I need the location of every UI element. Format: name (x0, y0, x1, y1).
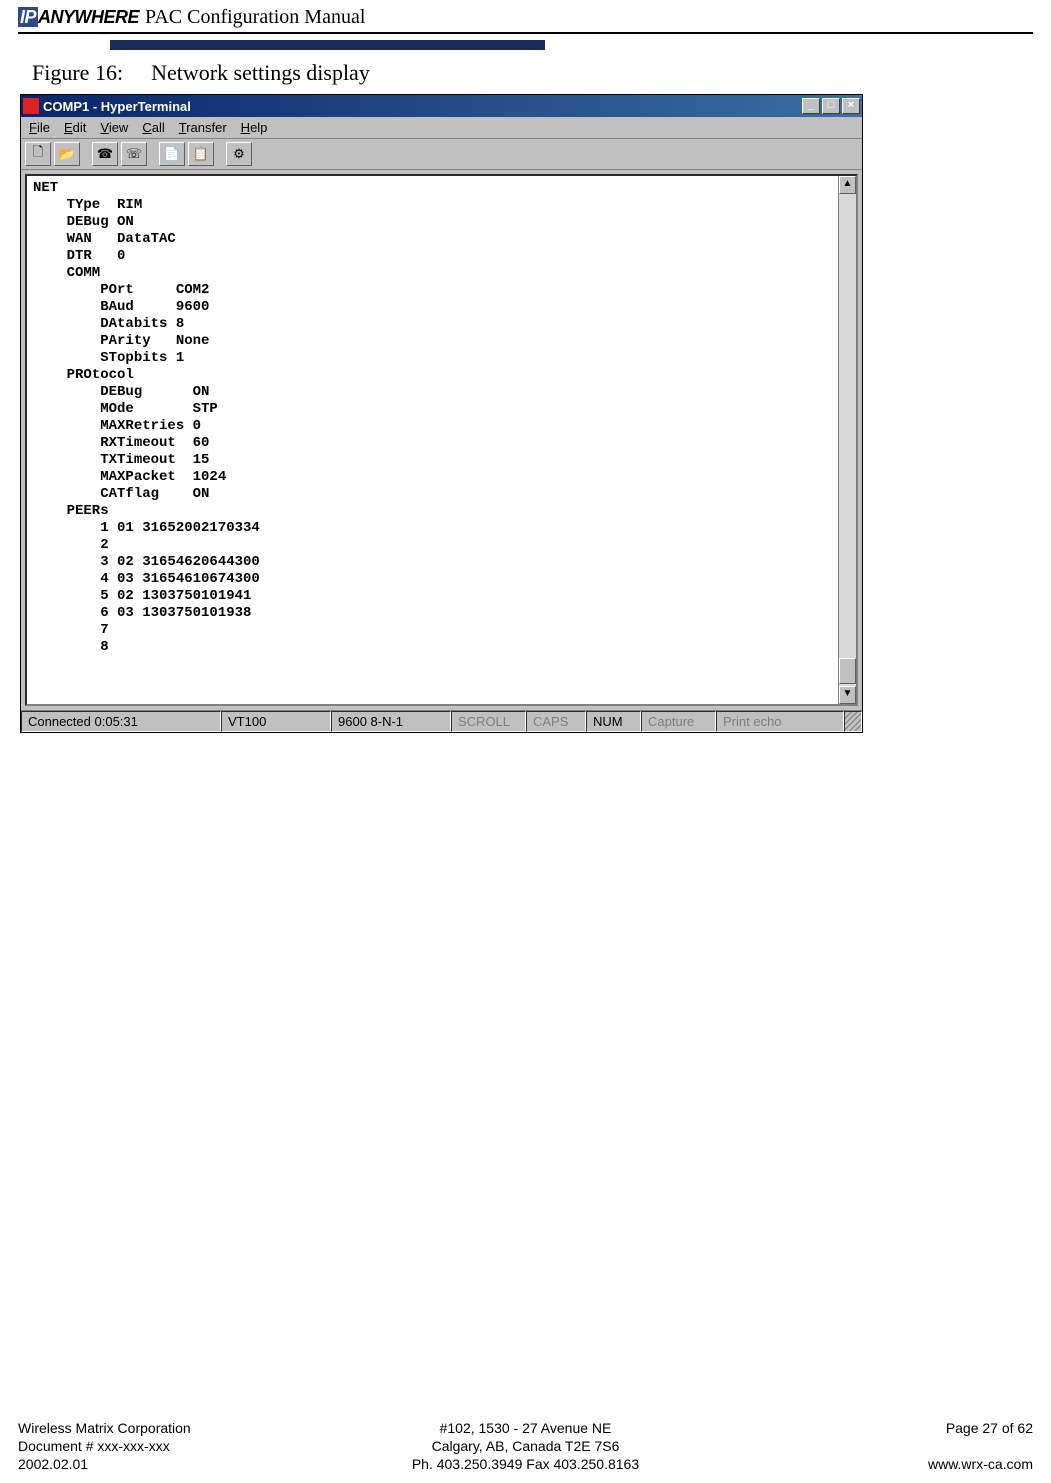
footer-document: Document # xxx-xxx-xxx (18, 1437, 356, 1455)
toolbar: 🗋 📂 ☎ ☏ 📄 📋 ⚙ (21, 139, 862, 170)
footer-phone: Ph. 403.250.3949 Fax 403.250.8163 (356, 1455, 694, 1473)
minimize-button[interactable]: _ (802, 98, 820, 114)
close-button[interactable]: × (842, 98, 860, 114)
accent-bar (110, 40, 545, 50)
maximize-button[interactable]: □ (822, 98, 840, 114)
menu-help[interactable]: Help (241, 120, 268, 135)
new-icon[interactable]: 🗋 (25, 142, 51, 166)
status-scroll: SCROLL (451, 711, 526, 732)
footer-page: Page 27 of 62 (695, 1419, 1033, 1437)
titlebar[interactable]: COMP1 - HyperTerminal _ □ × (21, 95, 862, 117)
terminal-output[interactable]: NET TYpe RIM DEBug ON WAN DataTAC DTR 0 … (27, 176, 838, 704)
menu-call[interactable]: Call (142, 120, 164, 135)
scroll-down-icon[interactable]: ▼ (839, 686, 856, 704)
figure-text: Network settings display (151, 60, 370, 85)
logo-rest: ANYWHERE (38, 7, 139, 27)
properties-icon[interactable]: ⚙ (226, 142, 252, 166)
send-icon[interactable]: 📄 (159, 142, 185, 166)
menu-view[interactable]: View (100, 120, 128, 135)
figure-label: Figure 16: (32, 60, 123, 85)
terminal-frame: NET TYpe RIM DEBug ON WAN DataTAC DTR 0 … (25, 174, 858, 706)
footer-address2: Calgary, AB, Canada T2E 7S6 (356, 1437, 694, 1455)
page-header: IPANYWHERE PAC Configuration Manual (18, 2, 1033, 34)
disconnect-icon[interactable]: ☏ (121, 142, 147, 166)
logo: IPANYWHERE (18, 7, 139, 28)
statusbar: Connected 0:05:31 VT100 9600 8-N-1 SCROL… (21, 710, 862, 732)
status-capture: Capture (641, 711, 716, 732)
status-caps: CAPS (526, 711, 586, 732)
call-icon[interactable]: ☎ (92, 142, 118, 166)
menu-transfer[interactable]: Transfer (179, 120, 227, 135)
figure-caption: Figure 16: Network settings display (32, 60, 1033, 86)
app-icon (23, 98, 39, 114)
status-printecho: Print echo (716, 711, 844, 732)
status-emulation: VT100 (221, 711, 331, 732)
footer-url: www.wrx-ca.com (695, 1455, 1033, 1473)
hyperterminal-window: COMP1 - HyperTerminal _ □ × File Edit Vi… (20, 94, 863, 733)
page-footer: Wireless Matrix Corporation Document # x… (18, 1419, 1033, 1473)
scroll-up-icon[interactable]: ▲ (839, 176, 856, 194)
receive-icon[interactable]: 📋 (188, 142, 214, 166)
scroll-thumb[interactable] (839, 658, 856, 684)
status-connected: Connected 0:05:31 (21, 711, 221, 732)
open-icon[interactable]: 📂 (54, 142, 80, 166)
footer-address1: #102, 1530 - 27 Avenue NE (356, 1419, 694, 1437)
window-title: COMP1 - HyperTerminal (43, 99, 802, 114)
status-settings: 9600 8-N-1 (331, 711, 451, 732)
menu-edit[interactable]: Edit (64, 120, 86, 135)
header-title: PAC Configuration Manual (145, 6, 365, 29)
menu-file[interactable]: File (29, 120, 50, 135)
vertical-scrollbar[interactable]: ▲ ▼ (838, 176, 856, 704)
resize-grip-icon[interactable] (844, 711, 862, 732)
footer-company: Wireless Matrix Corporation (18, 1419, 356, 1437)
footer-date: 2002.02.01 (18, 1455, 356, 1473)
status-num: NUM (586, 711, 641, 732)
logo-ip: IP (18, 7, 38, 27)
menubar: File Edit View Call Transfer Help (21, 117, 862, 139)
